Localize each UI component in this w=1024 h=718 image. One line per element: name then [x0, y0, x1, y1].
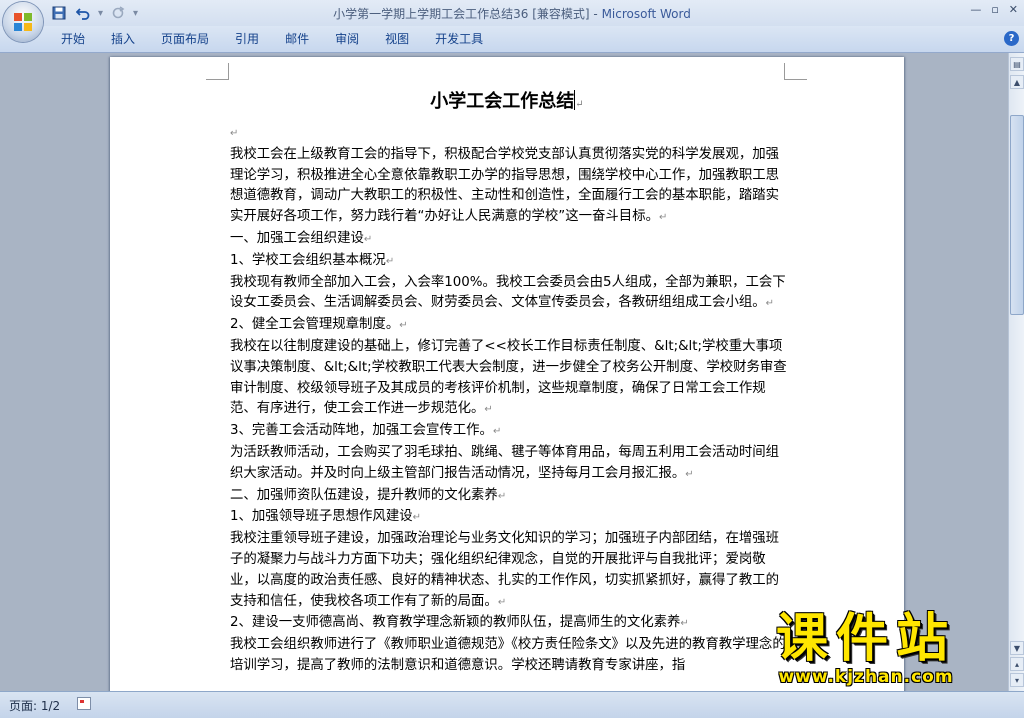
scroll-down-icon[interactable]: ▼	[1010, 641, 1024, 655]
tab-references[interactable]: 引用	[222, 31, 272, 47]
status-bar: 页面: 1/2	[0, 692, 1024, 718]
tab-mailings[interactable]: 邮件	[272, 31, 322, 47]
paragraph: 我校注重领导班子建设，加强政治理论与业务文化知识的学习；加强班子内部团结，在增强…	[230, 531, 780, 609]
watermark-text: 课件站	[776, 609, 957, 669]
paragraph: 我校在以往制度建设的基础上，修订完善了<<校长工作目标责任制度、&lt;&lt;…	[230, 338, 787, 417]
paragraph: 为活跃教师活动，工会购买了羽毛球拍、跳绳、毽子等体育用品，每周五利用工会活动时间…	[230, 444, 780, 481]
paragraph-mark-icon: ↵	[399, 320, 408, 332]
page-indicator[interactable]: 页面: 1/2	[9, 697, 60, 714]
paragraph: 我校工会在上级教育工会的指导下，积极配合学校党支部认真贯彻落实党的科学发展观，加…	[230, 146, 780, 225]
vertical-scrollbar[interactable]: ▤ ▲ ▼ ▴ ▾	[1008, 53, 1024, 691]
paragraph: 3、完善工会活动阵地，加强工会宣传工作。↵	[230, 423, 502, 439]
paragraph: 一、加强工会组织建设↵	[230, 230, 373, 246]
close-button[interactable]: ✕	[1009, 3, 1018, 16]
window-title: 小学第一学期上学期工会工作总结36 [兼容模式] - Microsoft Wor…	[0, 5, 1024, 22]
minimize-button[interactable]: —	[970, 3, 981, 16]
paragraph-mark-icon: ↵	[685, 468, 694, 480]
window-controls: — ▫ ✕	[970, 3, 1018, 16]
ribbon-tabs: 开始 插入 页面布局 引用 邮件 审阅 视图 开发工具	[48, 31, 496, 47]
watermark-url: www.kjzhan.com	[778, 667, 954, 687]
paragraph: 1、加强领导班子思想作风建设↵	[230, 509, 421, 525]
tab-home[interactable]: 开始	[48, 31, 98, 47]
scrollbar-thumb[interactable]	[1010, 115, 1024, 315]
paragraph-mark-icon: ↵	[765, 298, 775, 310]
document-name: 小学第一学期上学期工会工作总结36 [兼容模式]	[333, 7, 590, 21]
tab-page-layout[interactable]: 页面布局	[148, 31, 222, 47]
app-name: Microsoft Word	[601, 7, 691, 21]
ribbon-tab-bar: 开始 插入 页面布局 引用 邮件 审阅 视图 开发工具 ?	[0, 26, 1024, 53]
paragraph-mark-icon: ↵	[484, 404, 493, 416]
document-body[interactable]: ↵ 我校工会在上级教育工会的指导下，积极配合学校党支部认真贯彻落实党的科学发展观…	[230, 123, 788, 677]
paragraph: 我校现有教师全部加入工会，入会率100%。我校工会委员会由5人组成，全部为兼职，…	[230, 274, 786, 311]
tab-view[interactable]: 视图	[372, 31, 422, 47]
paragraph-mark-icon: ↵	[363, 233, 373, 245]
tab-insert[interactable]: 插入	[98, 31, 148, 47]
help-icon[interactable]: ?	[1004, 31, 1019, 46]
paragraph: 2、建设一支师德高尚、教育教学理念新颖的教师队伍，提高师生的文化素养↵	[230, 615, 689, 631]
document-title: 小学工会工作总结↵	[110, 87, 904, 113]
paragraph-mark-icon: ↵	[230, 128, 239, 139]
previous-page-icon[interactable]: ▴	[1010, 657, 1024, 671]
paragraph-mark-icon: ↵	[412, 512, 421, 524]
title-separator: -	[589, 7, 602, 21]
paragraph: 2、健全工会管理规章制度。↵	[230, 317, 408, 333]
paragraph-mark-icon: ↵	[492, 426, 502, 438]
office-logo-icon	[14, 13, 32, 31]
document-page[interactable]: 小学工会工作总结↵ ↵ 我校工会在上级教育工会的指导下，积极配合学校党支部认真贯…	[110, 57, 904, 691]
document-title-text: 小学工会工作总结	[430, 91, 575, 112]
office-button[interactable]	[3, 2, 43, 42]
paragraph-mark-icon: ↵	[575, 99, 584, 110]
restore-button[interactable]: ▫	[991, 3, 998, 16]
title-bar: ▾ ▾ 小学第一学期上学期工会工作总结36 [兼容模式] - Microsoft…	[0, 0, 1024, 26]
scroll-up-icon[interactable]: ▲	[1010, 75, 1024, 89]
paragraph-mark-icon: ↵	[497, 490, 507, 502]
tab-review[interactable]: 审阅	[322, 31, 372, 47]
paragraph-mark-icon: ↵	[680, 618, 689, 630]
paragraph-mark-icon: ↵	[497, 596, 507, 608]
paragraph: ↵	[230, 123, 788, 145]
document-workspace: 小学工会工作总结↵ ↵ 我校工会在上级教育工会的指导下，积极配合学校党支部认真贯…	[0, 53, 1008, 691]
proofing-icon[interactable]	[77, 697, 91, 710]
paragraph: 二、加强师资队伍建设，提升教师的文化素养↵	[230, 487, 507, 503]
paragraph-mark-icon: ↵	[658, 212, 668, 224]
ruler-toggle-icon[interactable]: ▤	[1010, 57, 1024, 71]
next-page-icon[interactable]: ▾	[1010, 673, 1024, 687]
margin-corner-top-right	[784, 63, 807, 80]
tab-developer[interactable]: 开发工具	[422, 31, 496, 47]
paragraph: 我校工会组织教师进行了《教师职业道德规范》《校方责任险条文》以及先进的教育教学理…	[230, 637, 786, 673]
paragraph: 1、学校工会组织基本概况↵	[230, 252, 395, 268]
margin-corner-top-left	[206, 63, 229, 80]
paragraph-mark-icon: ↵	[385, 255, 395, 267]
watermark-logo: 课件站 www.kjzhan.com	[776, 611, 956, 687]
